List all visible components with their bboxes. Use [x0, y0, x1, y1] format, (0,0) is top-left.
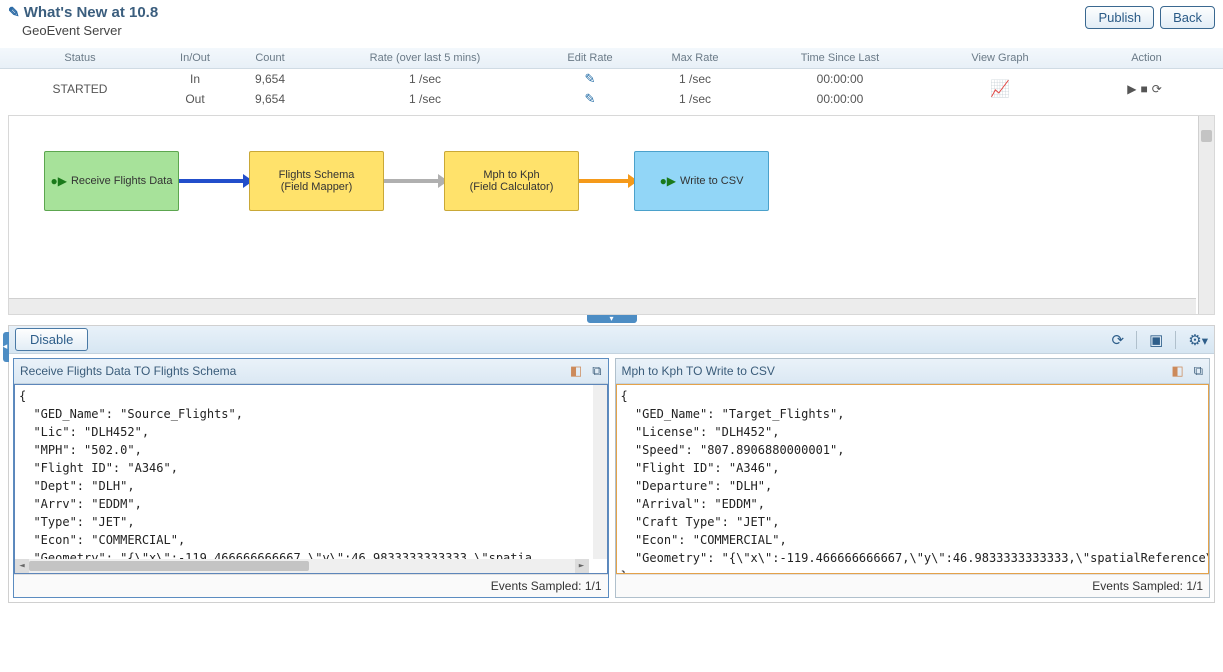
connector[interactable]: [384, 179, 440, 183]
sample-title: Receive Flights Data TO Flights Schema: [20, 364, 236, 378]
col-action: Action: [1070, 48, 1223, 69]
inout-value: Out: [160, 89, 230, 109]
splitter-handle[interactable]: ▾: [587, 315, 637, 323]
map-icon[interactable]: ▣: [1149, 331, 1163, 349]
sample-card-left: Receive Flights Data TO Flights Schema ◧…: [13, 358, 609, 598]
subtitle: GeoEvent Server: [8, 21, 158, 44]
rate-value: 1 /sec: [310, 69, 540, 90]
edit-rate-icon[interactable]: ✎: [585, 91, 596, 106]
edit-icon[interactable]: ✎: [8, 4, 20, 21]
stats-table: Status In/Out Count Rate (over last 5 mi…: [0, 48, 1223, 109]
mapper-node[interactable]: Flights Schema (Field Mapper): [249, 151, 384, 211]
connector[interactable]: [579, 179, 630, 183]
scroll-left-icon[interactable]: ◄: [15, 559, 29, 573]
col-view-graph: View Graph: [930, 48, 1070, 69]
node-label: Receive Flights Data: [71, 175, 173, 187]
flow-canvas[interactable]: ●▶ Receive Flights Data Flights Schema (…: [8, 115, 1215, 315]
refresh-icon[interactable]: ⟳: [1112, 331, 1125, 349]
scroll-right-icon[interactable]: ►: [575, 559, 589, 573]
erase-icon[interactable]: ◧: [570, 363, 582, 379]
graph-icon[interactable]: 📈: [990, 81, 1010, 98]
col-edit-rate: Edit Rate: [540, 48, 640, 69]
scrollbar-horizontal[interactable]: [9, 298, 1196, 314]
sample-body[interactable]: { "GED_Name": "Source_Flights", "Lic": "…: [14, 384, 608, 574]
back-button[interactable]: Back: [1160, 6, 1215, 29]
page-title: ✎ What's New at 10.8: [8, 4, 158, 21]
max-rate-value: 1 /sec: [640, 69, 750, 90]
node-label: Flights Schema: [279, 169, 355, 181]
sample-title: Mph to Kph TO Write to CSV: [622, 364, 775, 378]
max-rate-value: 1 /sec: [640, 89, 750, 109]
play-icon[interactable]: ▶: [1127, 82, 1140, 96]
node-sub: (Field Calculator): [470, 181, 554, 193]
input-node[interactable]: ●▶ Receive Flights Data: [44, 151, 179, 211]
col-time-since: Time Since Last: [750, 48, 930, 69]
divider: [1136, 331, 1137, 349]
sample-card-right: Mph to Kph TO Write to CSV ◧ ⧉ { "GED_Na…: [615, 358, 1211, 598]
scrollbar-vertical[interactable]: [1198, 116, 1214, 314]
status-value: STARTED: [0, 69, 160, 110]
rate-value: 1 /sec: [310, 89, 540, 109]
sample-footer: Events Sampled: 1/1: [616, 574, 1210, 597]
disable-button[interactable]: Disable: [15, 328, 88, 351]
col-rate: Rate (over last 5 mins): [310, 48, 540, 69]
col-status: Status: [0, 48, 160, 69]
output-node[interactable]: ●▶ Write to CSV: [634, 151, 769, 211]
calculator-node[interactable]: Mph to Kph (Field Calculator): [444, 151, 579, 211]
copy-icon[interactable]: ⧉: [592, 363, 601, 379]
splitter[interactable]: ▾: [8, 315, 1215, 325]
node-sub: (Field Mapper): [281, 181, 353, 193]
node-label: Write to CSV: [680, 175, 743, 187]
col-max-rate: Max Rate: [640, 48, 750, 69]
col-count: Count: [230, 48, 310, 69]
table-row: STARTED In 9,654 1 /sec ✎ 1 /sec 00:00:0…: [0, 69, 1223, 90]
node-label: Mph to Kph: [483, 169, 539, 181]
divider: [1175, 331, 1176, 349]
play-icon: ●▶: [51, 174, 67, 188]
inout-value: In: [160, 69, 230, 90]
edit-rate-icon[interactable]: ✎: [585, 71, 596, 86]
title-text: What's New at 10.8: [24, 4, 158, 21]
publish-button[interactable]: Publish: [1085, 6, 1154, 29]
scrollbar-vertical[interactable]: [593, 385, 607, 559]
gear-icon[interactable]: ⚙▾: [1188, 331, 1208, 349]
stop-icon[interactable]: ■: [1140, 82, 1151, 96]
copy-icon[interactable]: ⧉: [1194, 363, 1203, 379]
sample-panel: ◂ Disable ⟳ ▣ ⚙▾ Receive Flights Data TO…: [8, 325, 1215, 603]
sample-body[interactable]: { "GED_Name": "Target_Flights", "License…: [616, 384, 1210, 574]
count-value: 9,654: [230, 69, 310, 90]
time-value: 00:00:00: [750, 69, 930, 90]
play-icon: ●▶: [660, 174, 676, 188]
sample-text: { "GED_Name": "Target_Flights", "License…: [621, 389, 1210, 574]
connector[interactable]: [179, 179, 245, 183]
count-value: 9,654: [230, 89, 310, 109]
sample-text: { "GED_Name": "Source_Flights", "Lic": "…: [19, 389, 532, 574]
panel-collapse-handle[interactable]: ◂: [3, 332, 9, 362]
scrollbar-horizontal[interactable]: ◄ ►: [15, 559, 589, 573]
time-value: 00:00:00: [750, 89, 930, 109]
sample-footer: Events Sampled: 1/1: [14, 574, 608, 597]
erase-icon[interactable]: ◧: [1171, 363, 1183, 379]
col-inout: In/Out: [160, 48, 230, 69]
refresh-icon[interactable]: ⟳: [1152, 82, 1166, 96]
